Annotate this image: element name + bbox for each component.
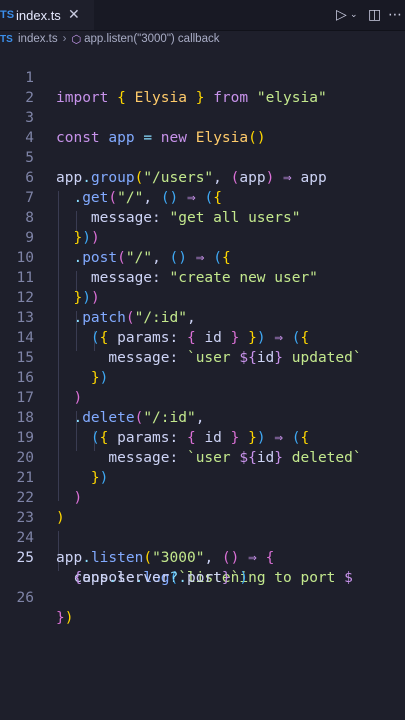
code-line[interactable]: 14 message: `user ${id} updated`	[0, 308, 405, 366]
code-line[interactable]: 8 }))	[0, 188, 405, 246]
code-line[interactable]: 9 .post("/", () ⇒ ({	[0, 208, 405, 266]
code-line[interactable]: 21 )	[0, 448, 405, 506]
tab-label: index.ts	[16, 7, 61, 23]
tab-index-ts[interactable]: TS index.ts ✕	[0, 0, 94, 30]
code-line[interactable]: 12 .patch("/:id",	[0, 268, 405, 326]
code-line[interactable]: 15 })	[0, 328, 405, 386]
code-line[interactable]: 2	[0, 68, 405, 106]
breadcrumb: TS index.ts › ⬡ app.listen("3000") callb…	[0, 30, 405, 48]
chevron-right-icon: ›	[62, 33, 67, 45]
breadcrumb-symbol[interactable]: app.listen("3000") callback	[84, 33, 219, 45]
code-line[interactable]: 20 })	[0, 428, 405, 486]
code-line[interactable]: 22 )	[0, 468, 405, 526]
typescript-icon: TS	[0, 33, 13, 45]
typescript-icon: TS	[0, 9, 15, 21]
code-line[interactable]: 25 console.log(`listening to port $	[0, 528, 405, 586]
more-actions-icon[interactable]: ⋯	[388, 7, 402, 23]
code-line[interactable]: 7 message: "get all users"	[0, 168, 405, 226]
code-line[interactable]: 1 import { Elysia } from "elysia"	[0, 48, 405, 106]
code-line[interactable]: 13 ({ params: { id } }) ⇒ ({	[0, 288, 405, 346]
tab-bar: TS index.ts ✕ ▷ ⌄ ◫ ⋯	[0, 0, 405, 31]
code-line[interactable]: 17 .delete("/:id",	[0, 368, 405, 426]
code-text: })	[56, 610, 74, 626]
code-line[interactable]: 24 app.listen("3000", () ⇒ {	[0, 508, 405, 566]
code-line[interactable]: 19 message: `user ${id} deleted`	[0, 408, 405, 466]
run-icon[interactable]: ▷	[336, 7, 347, 23]
code-line[interactable]: 16 )	[0, 348, 405, 406]
breadcrumb-file[interactable]: index.ts	[18, 33, 58, 45]
code-line[interactable]: 18 ({ params: { id } }) ⇒ ({	[0, 388, 405, 446]
symbol-icon: ⬡	[71, 32, 82, 46]
code-line[interactable]: 10 message: "create new user"	[0, 228, 405, 286]
code-line[interactable]: 6 .get("/", () ⇒ ({	[0, 148, 405, 206]
close-icon[interactable]: ✕	[68, 6, 80, 23]
code-line[interactable]: 4	[0, 108, 405, 146]
chevron-down-icon[interactable]: ⌄	[350, 10, 358, 20]
line-number: 26	[16, 590, 34, 606]
code-line[interactable]: 23	[0, 488, 405, 526]
code-line-wrapped[interactable]: {app.server?.port}`)	[0, 548, 405, 586]
code-line[interactable]: 11 }))	[0, 248, 405, 306]
code-line[interactable]: 3 const app = new Elysia()	[0, 88, 405, 146]
code-line[interactable]: 5 app.group("/users", (app) ⇒ app	[0, 128, 405, 186]
code-line[interactable]: 26 })	[0, 568, 405, 626]
split-editor-icon[interactable]: ◫	[368, 7, 381, 23]
